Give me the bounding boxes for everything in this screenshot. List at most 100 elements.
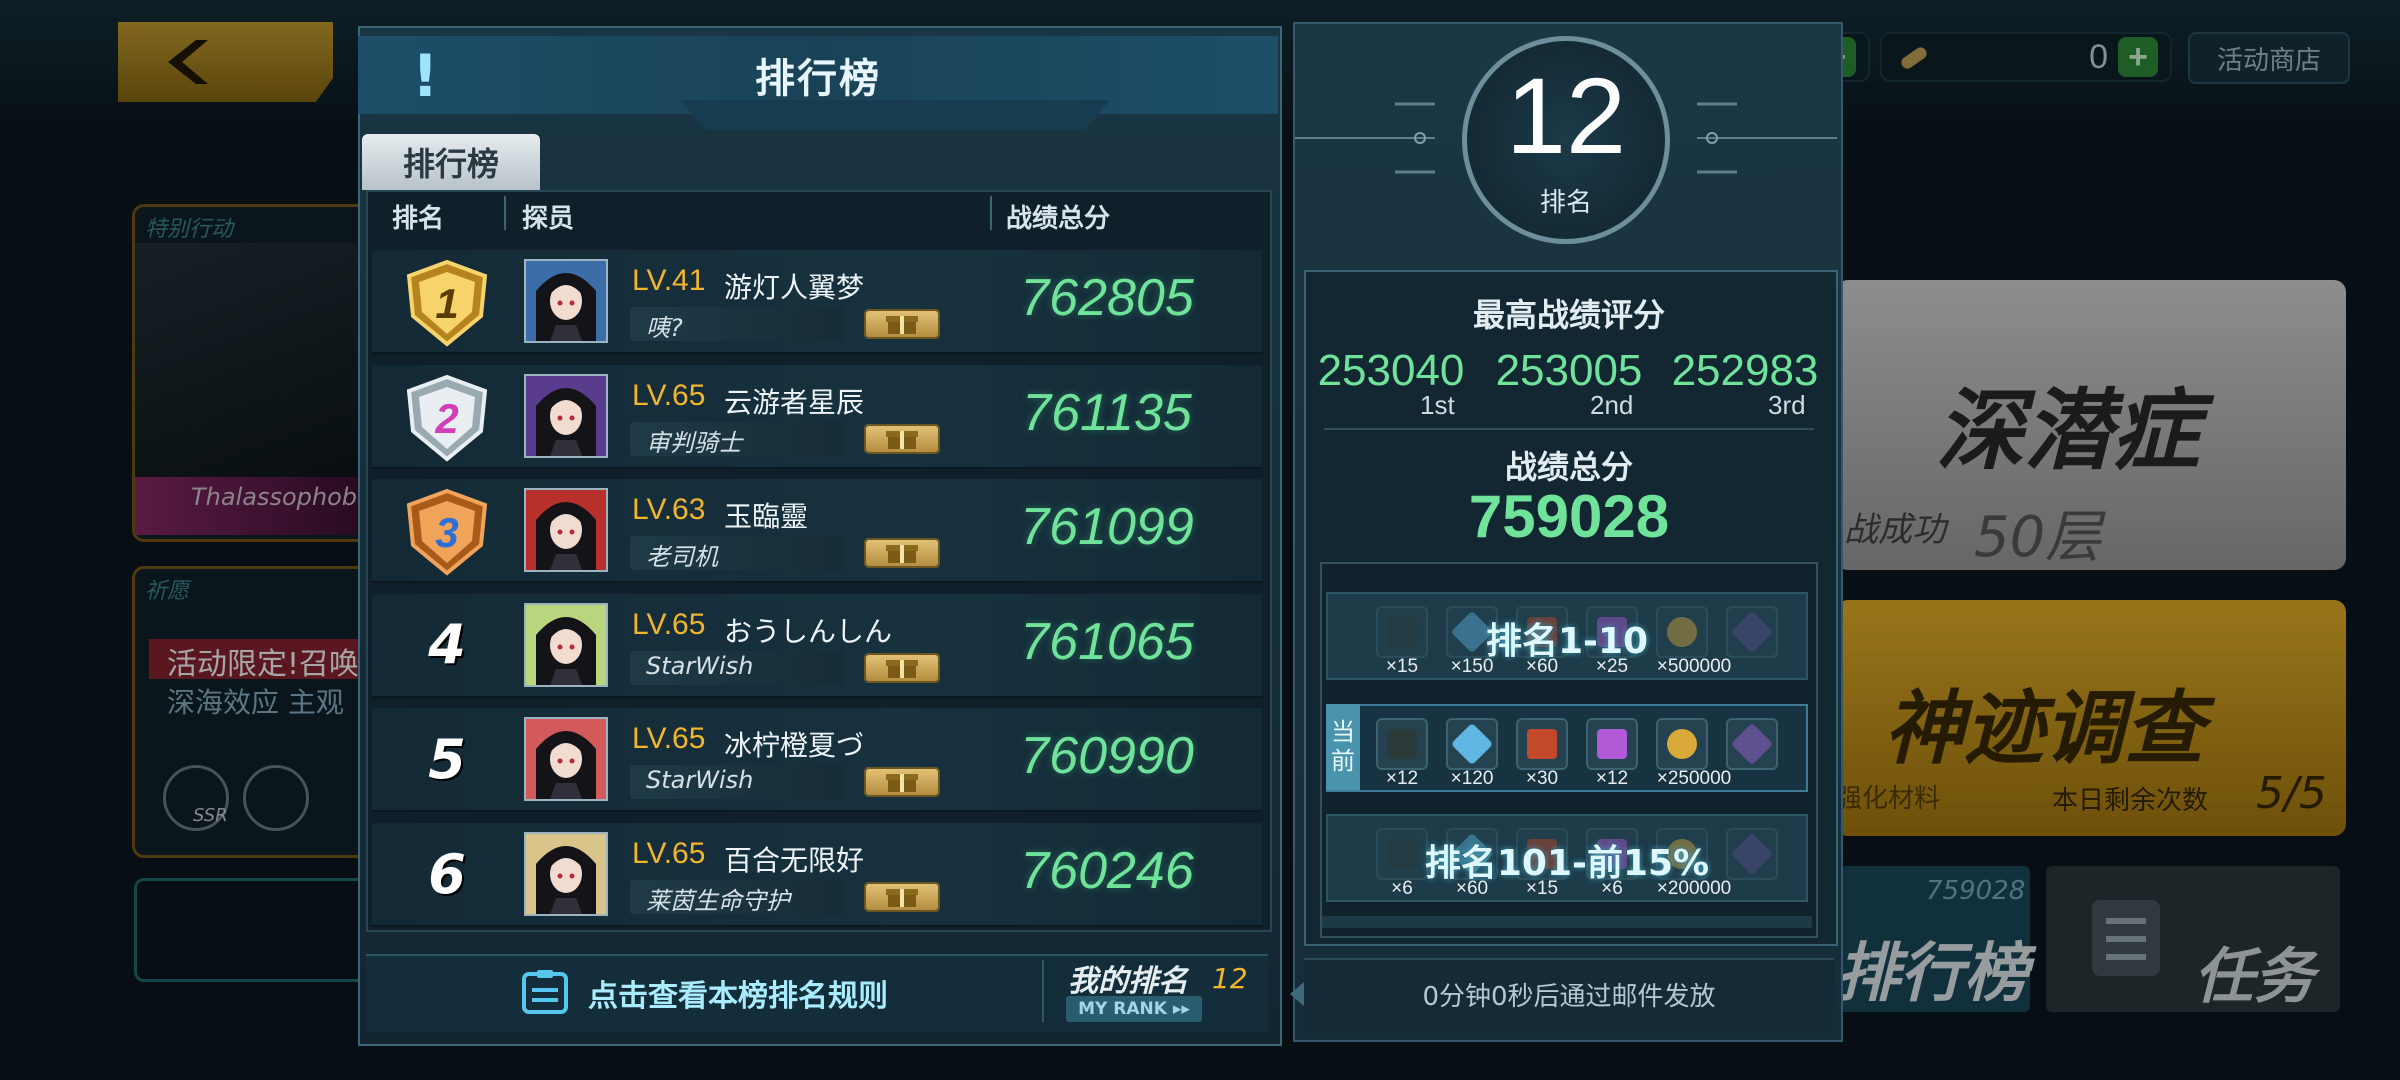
- add-currency-2-button[interactable]: +: [2118, 37, 2158, 77]
- player-score: 762805: [1020, 269, 1194, 327]
- reward-quantity: ×30: [1525, 768, 1559, 789]
- coin-icon-shape: [1667, 729, 1697, 759]
- column-separator: [504, 196, 506, 230]
- avatar[interactable]: [524, 373, 608, 458]
- column-score: 战绩总分: [1006, 204, 1111, 234]
- best-score-2: 253005: [1495, 346, 1643, 395]
- table-row[interactable]: 2 LV.65 云游者星辰 审判骑士 761135: [372, 364, 1262, 469]
- my-rank-label: 我的排名: [1068, 964, 1188, 999]
- summon-card[interactable]: 祈愿 活动限定!召唤 深海效应 主观 SSR: [132, 566, 374, 858]
- summon-line-2: 深海效应 主观: [167, 686, 344, 719]
- tab-leaderboard[interactable]: 排行榜: [362, 134, 540, 190]
- ssr-label: SSR: [193, 805, 228, 826]
- card-art: [135, 243, 371, 503]
- avatar[interactable]: [524, 259, 608, 343]
- column-member: 探员: [522, 204, 575, 234]
- panel-title: 排行榜: [755, 56, 881, 102]
- player-title: 审判骑士: [646, 428, 742, 457]
- player-level: LV.65: [632, 837, 706, 870]
- rank-number: 4: [428, 613, 466, 677]
- avatar-portrait-icon: [536, 846, 596, 914]
- total-score-value: 759028: [1468, 483, 1670, 550]
- gem-icon[interactable]: [1726, 718, 1778, 770]
- gift-icon[interactable]: [864, 767, 940, 798]
- task-tile[interactable]: 任务: [2046, 866, 2340, 1012]
- reward-scrollbar[interactable]: [1322, 916, 1812, 928]
- clipboard-icon[interactable]: [520, 968, 570, 1016]
- ore-icon[interactable]: [1516, 718, 1568, 770]
- reward-quantity: ×250000: [1656, 768, 1732, 789]
- player-score: 761135: [1022, 383, 1192, 442]
- avatar-portrait-icon: [536, 273, 596, 341]
- diamond-icon[interactable]: [1446, 718, 1498, 770]
- best-score-3-ordinal: 3rd: [1768, 390, 1806, 420]
- topbar-currency-2: 0 +: [1880, 32, 2172, 82]
- avatar-portrait-icon: [536, 731, 596, 800]
- miracle-title: 神迹调查: [1884, 682, 2204, 775]
- avatar[interactable]: [524, 832, 608, 916]
- rank-gold-medal-icon: 1: [406, 259, 488, 347]
- player-score: 761065: [1020, 612, 1194, 671]
- avatar[interactable]: [524, 488, 608, 573]
- gift-icon[interactable]: [864, 882, 940, 912]
- player-level: LV.63: [632, 493, 706, 527]
- avatar-portrait-icon: [536, 616, 596, 685]
- card-pack-icon[interactable]: [1376, 718, 1428, 770]
- deep-dive-card[interactable]: 深潜症 战成功 50层: [1836, 280, 2346, 570]
- event-shop-button[interactable]: 活动商店: [2188, 32, 2350, 84]
- gift-icon[interactable]: [864, 309, 940, 339]
- table-row[interactable]: 6 LV.65 百合无限好 莱茵生命守护 760246: [372, 823, 1262, 927]
- avatar[interactable]: [524, 717, 608, 802]
- potion-icon[interactable]: [1586, 718, 1638, 770]
- player-score: 761099: [1020, 498, 1194, 557]
- miracle-investigation-card[interactable]: 神迹调查 强化材料 本日剩余次数 5/5: [1836, 600, 2346, 836]
- gift-icon[interactable]: [864, 652, 940, 683]
- back-arrow-icon: [168, 40, 208, 84]
- player-name: 游灯人翼梦: [724, 271, 865, 304]
- rank-silver-medal-icon: 2: [406, 374, 488, 462]
- ranking-rules-link[interactable]: 点击查看本榜排名规则: [588, 971, 888, 1015]
- rank-number: 1: [435, 280, 458, 327]
- table-row[interactable]: 1 LV.41 游灯人翼梦 咦? 762805: [372, 250, 1262, 354]
- player-title: 老司机: [646, 543, 718, 572]
- ssr-icon: [243, 765, 309, 831]
- deep-dive-status: 战成功: [1844, 510, 1946, 550]
- table-row[interactable]: 5 LV.65 冰柠橙夏づ StarWish 760990: [372, 708, 1262, 813]
- player-level: LV.65: [632, 378, 706, 412]
- best-score-2-ordinal: 2nd: [1590, 390, 1634, 420]
- gift-icon[interactable]: [864, 423, 940, 454]
- header-tab-shape: [680, 100, 1110, 130]
- ranking-tile-label: 排行榜: [1836, 937, 2028, 1011]
- rank-number: 2: [434, 395, 458, 442]
- deep-dive-floor: 50层: [1974, 505, 2102, 570]
- deep-dive-title: 深潜症: [1936, 379, 2201, 482]
- checklist-icon: [2092, 900, 2160, 976]
- best-score-1-ordinal: 1st: [1420, 390, 1455, 420]
- avatar[interactable]: [524, 602, 608, 687]
- gift-icon[interactable]: [864, 538, 940, 569]
- back-button[interactable]: [118, 22, 333, 102]
- coin-icon[interactable]: [1656, 718, 1708, 770]
- mail-delivery-note: 0分钟0秒后通过邮件发放: [1422, 982, 1716, 1012]
- best-score-title: 最高战绩评分: [1472, 296, 1665, 334]
- avatar-portrait-icon: [536, 387, 596, 456]
- player-name: 冰柠橙夏づ: [724, 729, 865, 763]
- reward-tier-label: 排名101-前15%: [1424, 843, 1710, 884]
- current-tier-tag: 当前: [1326, 704, 1360, 790]
- player-title: StarWish: [646, 766, 754, 795]
- avatar-portrait-icon: [536, 502, 596, 571]
- remaining-value: 5/5: [2256, 768, 2327, 819]
- pointer-arrow: [1290, 982, 1304, 1006]
- table-row[interactable]: 4 LV.65 おうしんしん StarWish 761065: [372, 593, 1262, 698]
- my-rank-button[interactable]: MY RANK ▸▸: [1066, 996, 1202, 1022]
- table-row[interactable]: 3 LV.63 玉臨靈 老司机 761099: [372, 479, 1262, 584]
- best-score-3: 252983: [1671, 346, 1819, 395]
- my-rank-value: 12: [1212, 962, 1248, 995]
- left-empty-card: [134, 878, 372, 982]
- reward-quantity: ×12: [1385, 768, 1419, 789]
- special-operation-card[interactable]: 特别行动 Thalassophob: [132, 204, 374, 542]
- my-rank-number: 12: [1505, 55, 1627, 176]
- ranking-tile[interactable]: 759028 排行榜: [1836, 866, 2030, 1012]
- rank-bronze-medal-icon: 3: [406, 489, 488, 576]
- player-level: LV.65: [632, 722, 706, 756]
